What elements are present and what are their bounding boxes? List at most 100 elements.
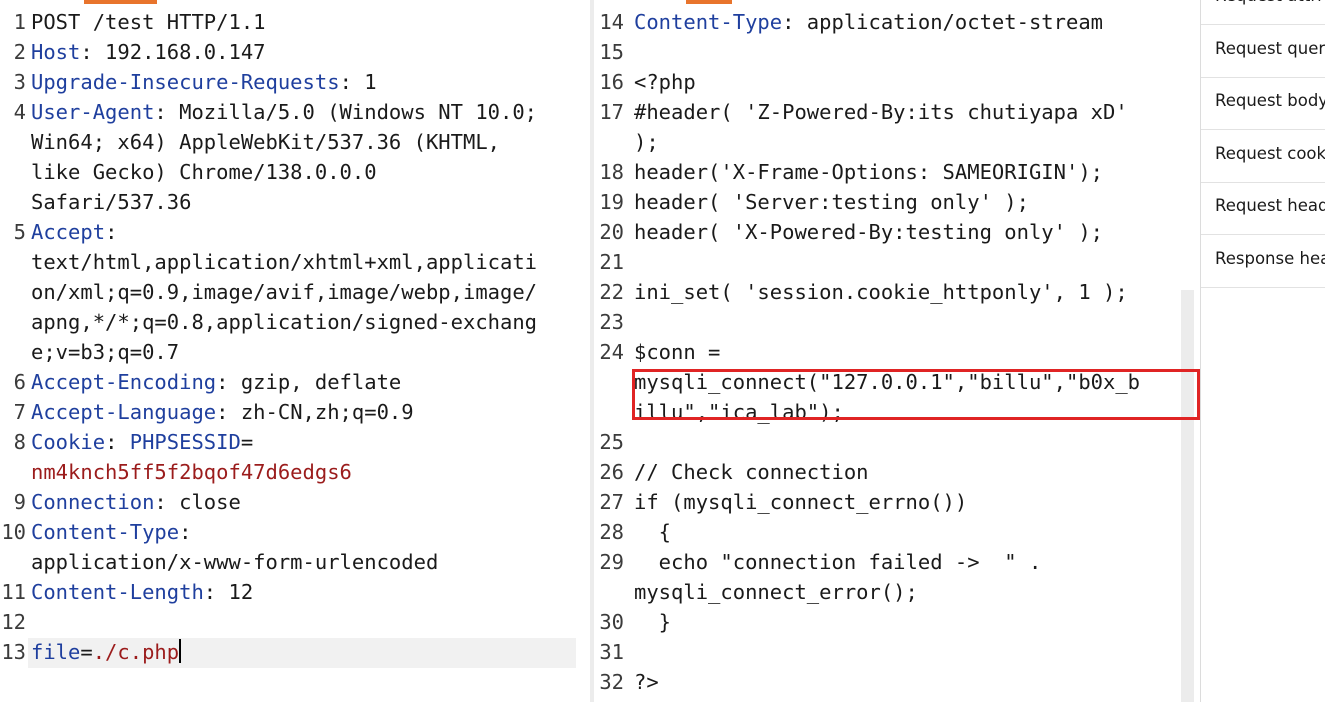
request-editor-pane[interactable]: 1 POST /test HTTP/1.1 2 Host: 192.168.0.147… [0,0,590,702]
inspector-item[interactable]: Request cook [1215,144,1325,163]
line-text: like Gecko) Chrome/138.0.0.0 [31,157,377,187]
request-line[interactable]: 6 Accept-Encoding: gzip, deflate [0,367,590,397]
line-text: apng,*/*;q=0.8,application/signed-exchan… [31,307,537,337]
token-text: : 192.168.0.147 [80,40,266,64]
line-text: application/x-www-form-urlencoded [31,547,438,577]
line-number: 16 [599,70,624,94]
response-line[interactable]: 23 [594,307,1196,337]
request-line[interactable]: apng,*/*;q=0.8,application/signed-exchan… [0,307,590,337]
token-keyword: Accept-Language [31,400,217,424]
response-editor-pane[interactable]: 14 Content-Type: application/octet-stream… [594,0,1196,702]
inspector-separator [1201,234,1325,235]
response-line[interactable]: 21 [594,247,1196,277]
line-text: $conn = [634,337,720,367]
inspector-item[interactable]: Response hea [1215,249,1325,268]
request-line[interactable]: like Gecko) Chrome/138.0.0.0 [0,157,590,187]
inspector-item[interactable]: Request head [1215,196,1325,215]
response-line[interactable]: 30 } [594,607,1196,637]
line-number: 32 [599,670,624,694]
response-scrollbar[interactable] [1181,290,1194,702]
inspector-item[interactable]: Request body [1215,91,1325,110]
line-number: 18 [599,160,624,184]
response-line[interactable]: 29 echo "connection failed -> " . [594,547,1196,577]
request-line[interactable]: 3 Upgrade-Insecure-Requests: 1 [0,67,590,97]
response-line[interactable]: 14 Content-Type: application/octet-stream [594,7,1196,37]
request-line[interactable]: 11 Content-Length: 12 [0,577,590,607]
response-line[interactable]: 25 [594,427,1196,457]
response-line[interactable]: 27 if (mysqli_connect_errno()) [594,487,1196,517]
request-line[interactable]: e;v=b3;q=0.7 [0,337,590,367]
line-text: echo "connection failed -> " . [634,547,1042,577]
token-text: : Mozilla/5.0 (Windows NT 10.0; [154,100,538,124]
line-number: 31 [599,640,624,664]
request-line[interactable]: 5 Accept: [0,217,590,247]
line-number: 5 [13,220,26,244]
line-text: Accept-Language: zh-CN,zh;q=0.9 [31,397,414,427]
token-text: <?php [634,70,696,94]
response-line[interactable]: 22 ini_set( 'session.cookie_httponly', 1 … [594,277,1196,307]
request-line[interactable]: 10 Content-Type: [0,517,590,547]
inspector-item[interactable]: Request quer [1215,39,1325,58]
response-line[interactable]: ); [594,127,1196,157]
line-text: User-Agent: Mozilla/5.0 (Windows NT 10.0… [31,97,537,127]
line-text: e;v=b3;q=0.7 [31,337,179,367]
response-line[interactable]: 18 header('X-Frame-Options: SAMEORIGIN'); [594,157,1196,187]
request-line[interactable]: 4 User-Agent: Mozilla/5.0 (Windows NT 10.… [0,97,590,127]
request-line[interactable]: 7 Accept-Language: zh-CN,zh;q=0.9 [0,397,590,427]
request-line[interactable]: text/html,application/xhtml+xml,applicat… [0,247,590,277]
request-line[interactable]: Safari/537.36 [0,187,590,217]
token-text: header('X-Frame-Options: SAMEORIGIN'); [634,160,1103,184]
inspector-separator [1201,181,1325,183]
inspector-item[interactable]: Request attri [1215,0,1322,5]
request-line[interactable]: 13 file=./c.php [0,637,590,667]
token-keyword: PHPSESSID [129,430,241,454]
request-tab-indicator [84,0,157,4]
line-text: on/xml;q=0.9,image/avif,image/webp,image… [31,277,537,307]
request-line[interactable]: Win64; x64) AppleWebKit/537.36 (KHTML, [0,127,590,157]
request-line[interactable]: on/xml;q=0.9,image/avif,image/webp,image… [0,277,590,307]
token-keyword: User-Agent [31,100,155,124]
response-line[interactable]: 32 ?> [594,667,1196,697]
line-number: 24 [599,340,624,364]
line-text: Safari/537.36 [31,187,191,217]
response-line[interactable]: 16 <?php [594,67,1196,97]
line-number: 25 [599,430,624,454]
line-text: mysqli_connect_error(); [634,577,918,607]
response-line[interactable]: 17 #header( 'Z-Powered-By:its chutiyapa x… [594,97,1196,127]
line-text: Accept: [31,217,117,247]
token-text: echo "connection failed -> " . [634,550,1042,574]
line-text: Upgrade-Insecure-Requests: 1 [31,67,377,97]
line-number: 14 [599,10,624,34]
line-text: // Check connection [634,457,869,487]
line-number: 15 [599,40,624,64]
request-line[interactable]: application/x-www-form-urlencoded [0,547,590,577]
token-text: if (mysqli_connect_errno()) [634,490,968,514]
line-text: ); [634,127,659,157]
token-text: : gzip, deflate [216,370,402,394]
response-line[interactable]: 15 [594,37,1196,67]
line-text: header( 'Server:testing only' ); [634,187,1029,217]
response-line[interactable]: mysqli_connect_error(); [594,577,1196,607]
token-keyword: Content-Length [31,580,204,604]
token-text: : close [154,490,241,514]
response-line[interactable]: 20 header( 'X-Powered-By:testing only' ); [594,217,1196,247]
token-text: { [634,520,672,544]
request-line[interactable]: 12 [0,607,590,637]
token-text: Safari/537.36 [31,190,192,214]
response-line[interactable]: 31 [594,637,1196,667]
request-line[interactable]: 1 POST /test HTTP/1.1 [0,7,590,37]
token-text: header( 'Server:testing only' ); [634,190,1029,214]
inspector-separator [1201,24,1325,25]
line-number: 17 [599,100,624,124]
token-text: application/x-www-form-urlencoded [31,550,439,574]
request-line[interactable]: nm4knch5ff5f2bqof47d6edgs6 [0,457,590,487]
request-line[interactable]: 8 Cookie: PHPSESSID= [0,427,590,457]
response-line[interactable]: 28 { [594,517,1196,547]
request-line[interactable]: 9 Connection: close [0,487,590,517]
response-line[interactable]: 19 header( 'Server:testing only' ); [594,187,1196,217]
line-number: 27 [599,490,624,514]
response-line[interactable]: 26 // Check connection [594,457,1196,487]
request-line[interactable]: 2 Host: 192.168.0.147 [0,37,590,67]
line-text: header( 'X-Powered-By:testing only' ); [634,217,1103,247]
response-line[interactable]: 24 $conn = [594,337,1196,367]
